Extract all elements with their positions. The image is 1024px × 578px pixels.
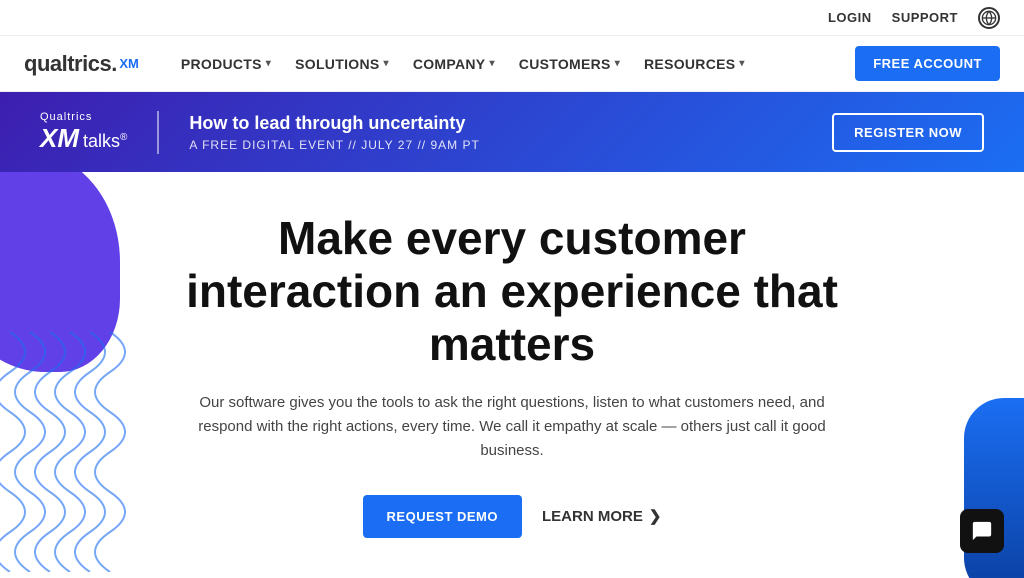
banner-xm-talks: XM talks® [40,123,127,154]
promo-banner: Qualtrics XM talks® How to lead through … [0,92,1024,172]
hero-title: Make every customer interaction an exper… [160,212,864,371]
free-account-button[interactable]: FREE ACCOUNT [855,46,1000,81]
nav-company[interactable]: COMPANY ▾ [403,48,505,80]
register-now-button[interactable]: REGISTER NOW [832,113,984,152]
nav-items: PRODUCTS ▾ SOLUTIONS ▾ COMPANY ▾ CUSTOME… [171,48,855,80]
request-demo-button[interactable]: REQUEST DEMO [363,495,522,538]
nav-solutions[interactable]: SOLUTIONS ▾ [285,48,399,80]
banner-xm-text: XM [40,123,79,154]
support-link[interactable]: SUPPORT [892,10,958,25]
chat-button[interactable] [960,509,1004,553]
banner-logo: Qualtrics XM talks® [40,111,159,154]
banner-qualtrics-label: Qualtrics [40,111,92,123]
logo-dot: . [111,51,117,77]
hero-subtitle: Our software gives you the tools to ask … [172,391,852,463]
banner-subtitle: A FREE DIGITAL EVENT // JULY 27 // 9AM P… [189,138,832,152]
learn-more-link[interactable]: LEARN MORE ❯ [542,507,661,525]
chevron-down-icon: ▾ [615,58,620,69]
nav-resources[interactable]: RESOURCES ▾ [634,48,755,80]
logo-xm: XM [119,57,139,70]
logo[interactable]: qualtrics.XM [24,51,139,77]
chevron-down-icon: ▾ [266,58,271,69]
banner-talks-text: talks® [83,131,127,152]
banner-title: How to lead through uncertainty [189,113,832,134]
login-link[interactable]: LOGIN [828,10,872,25]
chat-icon [971,520,993,542]
language-selector[interactable] [978,7,1000,29]
hero-cta-buttons: REQUEST DEMO LEARN MORE ❯ [363,495,662,538]
nav-products[interactable]: PRODUCTS ▾ [171,48,281,80]
hero-section: Make every customer interaction an exper… [0,172,1024,578]
top-bar: LOGIN SUPPORT [0,0,1024,36]
logo-text: qualtrics [24,51,111,77]
banner-content: How to lead through uncertainty A FREE D… [189,113,832,152]
decorative-wave-lines [0,322,140,572]
chevron-down-icon: ▾ [489,58,494,69]
chevron-down-icon: ▾ [739,58,744,69]
chevron-down-icon: ▾ [384,58,389,69]
main-navigation: qualtrics.XM PRODUCTS ▾ SOLUTIONS ▾ COMP… [0,36,1024,92]
arrow-icon: ❯ [649,507,662,525]
nav-customers[interactable]: CUSTOMERS ▾ [509,48,630,80]
